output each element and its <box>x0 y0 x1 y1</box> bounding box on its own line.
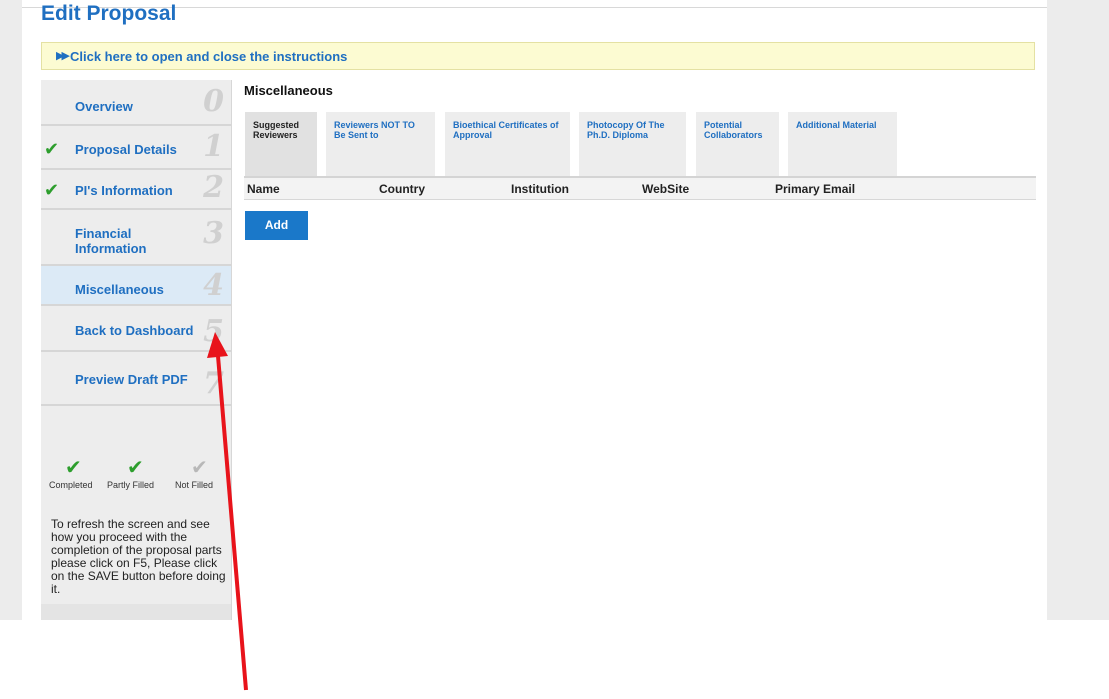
annotation-arrow-shaft <box>216 355 248 691</box>
annotation-arrow <box>207 332 248 691</box>
annotation-arrow-head <box>207 332 228 358</box>
